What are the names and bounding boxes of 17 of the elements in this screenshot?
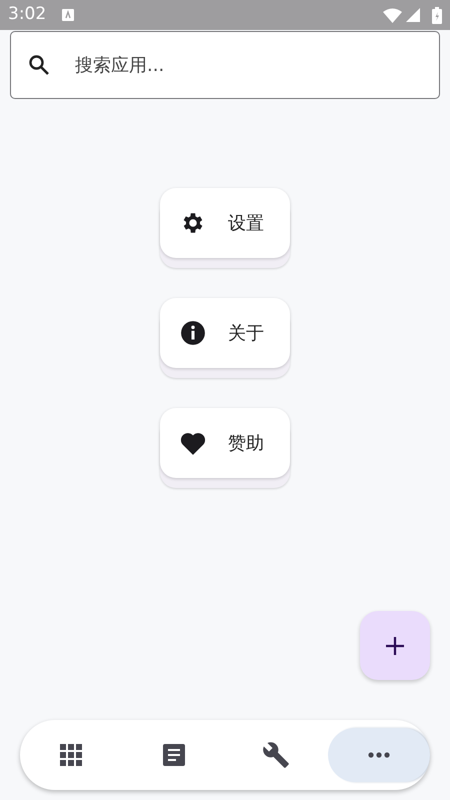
notification-icon bbox=[62, 9, 74, 21]
signal-icon bbox=[406, 8, 420, 22]
heart-icon bbox=[180, 431, 206, 455]
wifi-icon bbox=[383, 8, 402, 22]
wrench-icon bbox=[262, 741, 290, 769]
more-icon bbox=[368, 752, 390, 758]
menu-button[interactable]: 设置 bbox=[160, 188, 290, 258]
plus-icon bbox=[386, 636, 404, 654]
search-icon bbox=[27, 53, 51, 77]
info-icon bbox=[180, 320, 206, 346]
battery-icon bbox=[432, 6, 442, 24]
status-time: 3:02 bbox=[8, 3, 46, 26]
grid-icon bbox=[60, 744, 82, 766]
document-icon bbox=[162, 744, 185, 766]
menu-button[interactable]: 关于 bbox=[160, 298, 290, 368]
search-field[interactable]: 搜索应用... bbox=[10, 31, 440, 99]
menu-button[interactable]: 赞助 bbox=[160, 408, 290, 478]
